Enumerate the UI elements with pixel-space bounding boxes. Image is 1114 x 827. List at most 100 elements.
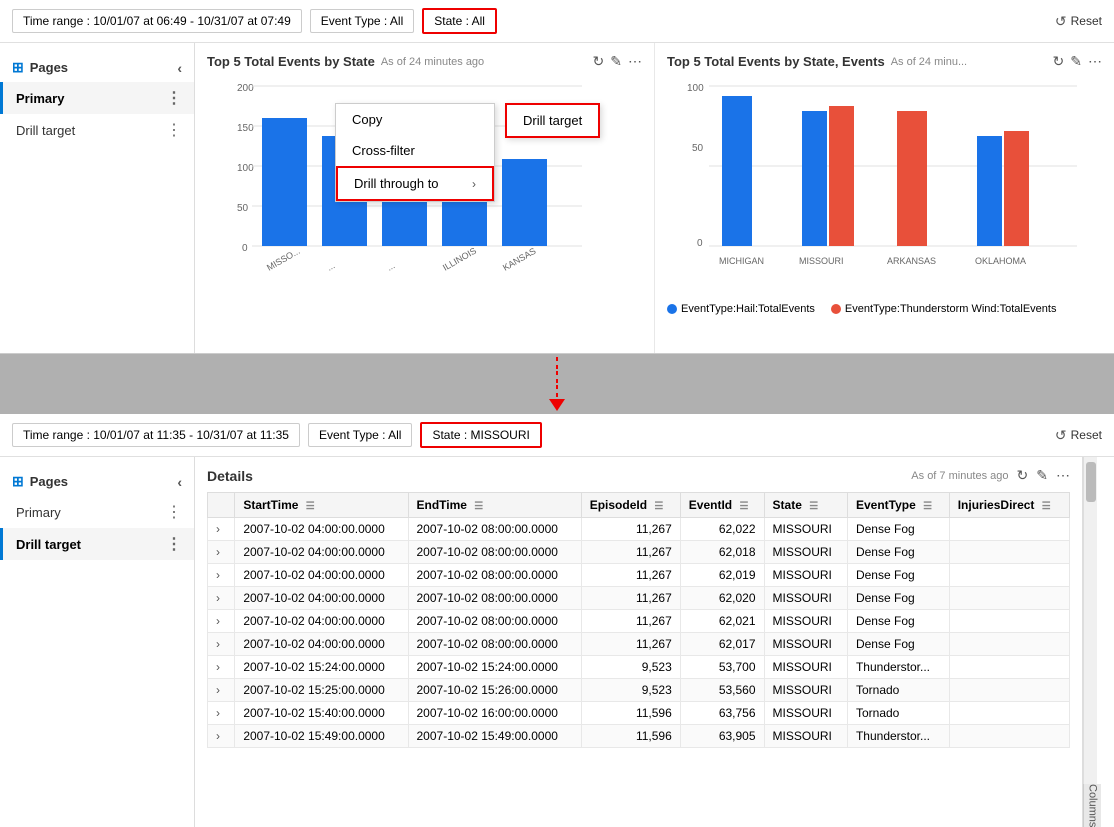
col-header-starttime[interactable]: StartTime ☰	[235, 493, 408, 518]
row-expand-4[interactable]: ›	[208, 610, 235, 633]
details-edit[interactable]: ✎	[1036, 467, 1048, 484]
chart-refresh-1[interactable]: ↻	[593, 53, 605, 70]
col-header-eventid[interactable]: EventId ☰	[680, 493, 764, 518]
svg-text:100: 100	[237, 163, 254, 174]
table-row[interactable]: › 2007-10-02 04:00:00.0000 2007-10-02 08…	[208, 518, 1070, 541]
col-header-injuriesdirect[interactable]: InjuriesDirect ☰	[949, 493, 1069, 518]
chart-timestamp-2: As of 24 minu...	[891, 56, 967, 68]
row-start-9: 2007-10-02 15:49:00.0000	[235, 725, 408, 748]
top-filter-bar: Time range : 10/01/07 at 06:49 - 10/31/0…	[0, 0, 1114, 43]
sidebar-header-left-bottom: ⊞ Pages	[12, 473, 68, 490]
chart-svg-2[interactable]: 100 50 0	[667, 76, 1102, 299]
bottom-section: Time range : 10/01/07 at 11:35 - 10/31/0…	[0, 414, 1114, 827]
row-episode-6: 9,523	[581, 656, 680, 679]
row-state-9: MISSOURI	[764, 725, 847, 748]
time-range-filter-top[interactable]: Time range : 10/01/07 at 06:49 - 10/31/0…	[12, 9, 302, 33]
eventtype-filter-icon[interactable]: ☰	[923, 501, 932, 512]
col-header-endtime[interactable]: EndTime ☰	[408, 493, 581, 518]
row-injuries-5	[949, 633, 1069, 656]
table-row[interactable]: › 2007-10-02 04:00:00.0000 2007-10-02 08…	[208, 633, 1070, 656]
sidebar-item-drill-bottom[interactable]: Drill target ⋮	[0, 528, 194, 560]
columns-sidebar[interactable]: Columns	[1083, 784, 1101, 827]
table-wrapper[interactable]: StartTime ☰ EndTime ☰ EpisodeId ☰ EventI…	[207, 492, 1070, 748]
table-row[interactable]: › 2007-10-02 15:40:00.0000 2007-10-02 16…	[208, 702, 1070, 725]
row-expand-8[interactable]: ›	[208, 702, 235, 725]
sidebar-header-left-top: ⊞ Pages	[12, 59, 68, 76]
row-expand-9[interactable]: ›	[208, 725, 235, 748]
reset-button-top[interactable]: ↺ Reset	[1055, 13, 1102, 30]
sidebar-item-primary-top[interactable]: Primary ⋮	[0, 82, 194, 114]
table-row[interactable]: › 2007-10-02 04:00:00.0000 2007-10-02 08…	[208, 564, 1070, 587]
scroll-thumb[interactable]	[1086, 462, 1096, 502]
row-expand-6[interactable]: ›	[208, 656, 235, 679]
chart-edit-2[interactable]: ✎	[1070, 53, 1082, 70]
row-expand-1[interactable]: ›	[208, 541, 235, 564]
row-end-0: 2007-10-02 08:00:00.0000	[408, 518, 581, 541]
chart-more-2[interactable]: ⋯	[1088, 53, 1102, 70]
chart-edit-1[interactable]: ✎	[610, 53, 622, 70]
details-more[interactable]: ⋯	[1056, 467, 1070, 484]
endtime-filter-icon[interactable]: ☰	[474, 501, 483, 512]
section-divider	[0, 354, 1114, 414]
row-type-7: Tornado	[847, 679, 949, 702]
row-injuries-4	[949, 610, 1069, 633]
svg-text:...: ...	[325, 260, 337, 272]
time-range-filter-bottom[interactable]: Time range : 10/01/07 at 11:35 - 10/31/0…	[12, 423, 300, 447]
row-expand-5[interactable]: ›	[208, 633, 235, 656]
sidebar-item-drill-dots-bottom[interactable]: ⋮	[166, 534, 182, 554]
svg-text:ARKANSAS: ARKANSAS	[887, 256, 936, 266]
row-injuries-1	[949, 541, 1069, 564]
state-filter-icon[interactable]: ☰	[809, 501, 818, 512]
sidebar-item-drill-dots-top[interactable]: ⋮	[166, 120, 182, 140]
table-row[interactable]: › 2007-10-02 15:49:00.0000 2007-10-02 15…	[208, 725, 1070, 748]
context-drillthrough[interactable]: Drill through to ›	[336, 166, 494, 201]
col-header-state[interactable]: State ☰	[764, 493, 847, 518]
details-table: StartTime ☰ EndTime ☰ EpisodeId ☰ EventI…	[207, 492, 1070, 748]
svg-text:MICHIGAN: MICHIGAN	[719, 256, 764, 266]
row-expand-2[interactable]: ›	[208, 564, 235, 587]
charts-area: Top 5 Total Events by State As of 24 min…	[195, 43, 1114, 353]
table-row[interactable]: › 2007-10-02 15:25:00.0000 2007-10-02 15…	[208, 679, 1070, 702]
table-row[interactable]: › 2007-10-02 04:00:00.0000 2007-10-02 08…	[208, 541, 1070, 564]
starttime-filter-icon[interactable]: ☰	[306, 501, 315, 512]
row-expand-3[interactable]: ›	[208, 587, 235, 610]
details-timestamp: As of 7 minutes ago	[911, 470, 1008, 482]
drill-target-popup[interactable]: Drill target	[505, 103, 600, 138]
row-end-2: 2007-10-02 08:00:00.0000	[408, 564, 581, 587]
table-row[interactable]: › 2007-10-02 04:00:00.0000 2007-10-02 08…	[208, 587, 1070, 610]
episodeid-filter-icon[interactable]: ☰	[654, 501, 663, 512]
row-state-3: MISSOURI	[764, 587, 847, 610]
sidebar-item-primary-dots-top[interactable]: ⋮	[166, 88, 182, 108]
svg-text:ILLINOIS: ILLINOIS	[441, 246, 478, 273]
context-crossfilter[interactable]: Cross-filter	[336, 135, 494, 166]
chart-refresh-2[interactable]: ↻	[1053, 53, 1065, 70]
col-header-eventtype[interactable]: EventType ☰	[847, 493, 949, 518]
scrollbar[interactable]	[1083, 457, 1097, 784]
row-state-7: MISSOURI	[764, 679, 847, 702]
sidebar-item-drill-top[interactable]: Drill target ⋮	[0, 114, 194, 146]
state-filter-bottom[interactable]: State : MISSOURI	[420, 422, 541, 448]
injuriesdirect-filter-icon[interactable]: ☰	[1042, 501, 1051, 512]
sidebar-collapse-top[interactable]: ‹	[177, 60, 182, 76]
context-copy[interactable]: Copy	[336, 104, 494, 135]
col-header-episodeid[interactable]: EpisodeId ☰	[581, 493, 680, 518]
row-expand-0[interactable]: ›	[208, 518, 235, 541]
eventid-filter-icon[interactable]: ☰	[739, 501, 748, 512]
table-body: › 2007-10-02 04:00:00.0000 2007-10-02 08…	[208, 518, 1070, 748]
event-type-filter-bottom[interactable]: Event Type : All	[308, 423, 413, 447]
table-row[interactable]: › 2007-10-02 15:24:00.0000 2007-10-02 15…	[208, 656, 1070, 679]
svg-text:200: 200	[237, 83, 254, 94]
pages-icon-bottom: ⊞	[12, 473, 24, 490]
sidebar-item-primary-dots-bottom[interactable]: ⋮	[166, 502, 182, 522]
state-filter-top[interactable]: State : All	[422, 8, 497, 34]
details-refresh[interactable]: ↻	[1017, 467, 1029, 484]
event-type-filter-top[interactable]: Event Type : All	[310, 9, 415, 33]
sidebar-collapse-bottom[interactable]: ‹	[177, 474, 182, 490]
row-expand-7[interactable]: ›	[208, 679, 235, 702]
reset-button-bottom[interactable]: ↺ Reset	[1055, 427, 1102, 444]
chart-more-1[interactable]: ⋯	[628, 53, 642, 70]
sidebar-header-bottom: ⊞ Pages ‹	[0, 467, 194, 496]
table-row[interactable]: › 2007-10-02 04:00:00.0000 2007-10-02 08…	[208, 610, 1070, 633]
sidebar-item-primary-bottom[interactable]: Primary ⋮	[0, 496, 194, 528]
row-type-3: Dense Fog	[847, 587, 949, 610]
